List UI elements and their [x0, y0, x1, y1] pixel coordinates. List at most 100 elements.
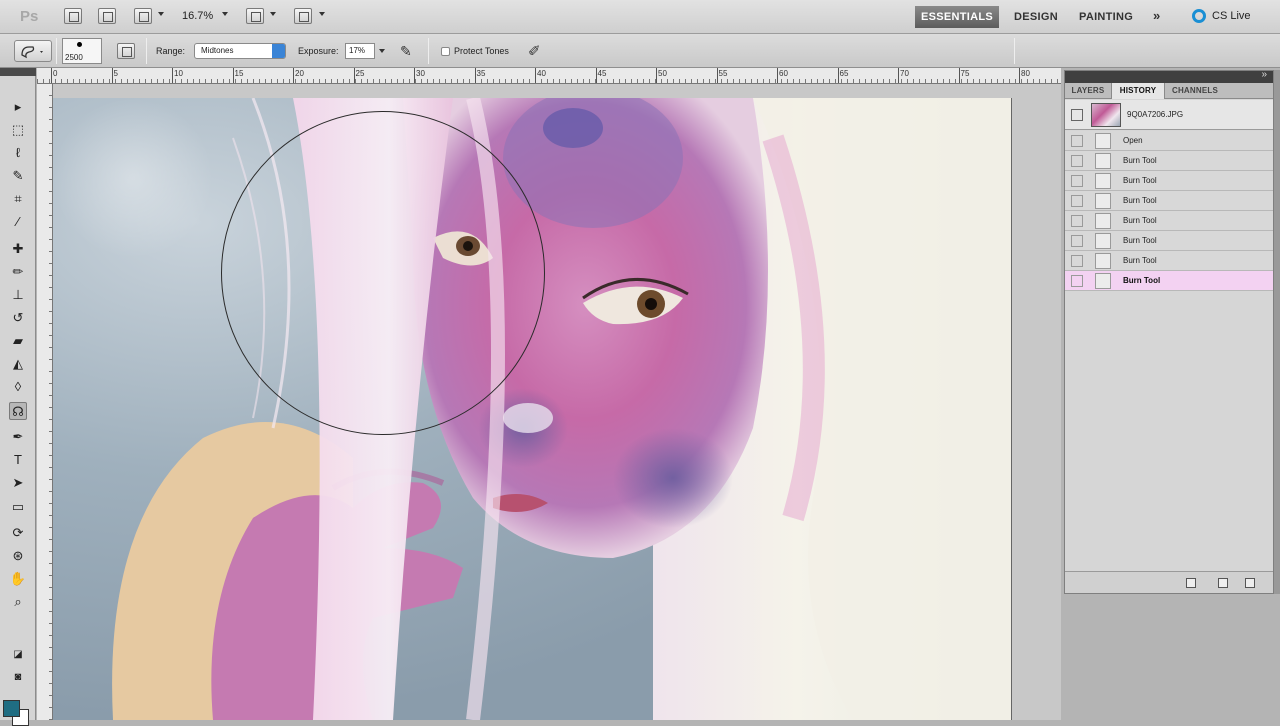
brush-size: 2500: [65, 53, 83, 62]
history-state[interactable]: Burn Tool: [1065, 171, 1273, 191]
history-state-label: Burn Tool: [1123, 156, 1157, 165]
eraser-tool-icon[interactable]: ▰: [9, 332, 27, 350]
rectangle-tool-icon[interactable]: ▭: [9, 498, 27, 516]
history-state[interactable]: Burn Tool: [1065, 191, 1273, 211]
ruler-tick: [595, 68, 597, 83]
trash-icon[interactable]: [1245, 578, 1255, 588]
arrange-documents-icon[interactable]: [246, 8, 264, 24]
history-state[interactable]: Burn Tool: [1065, 151, 1273, 171]
tool-preset-picker[interactable]: [14, 40, 52, 62]
burn-tool-icon: [1095, 273, 1111, 289]
history-snapshot[interactable]: 9Q0A7206.JPG: [1065, 100, 1273, 130]
range-label: Range:: [156, 46, 186, 56]
tab-channels[interactable]: CHANNELS: [1165, 83, 1225, 99]
new-document-from-state-icon[interactable]: [1186, 578, 1196, 588]
vertical-ruler[interactable]: [37, 84, 53, 720]
history-brush-source-icon[interactable]: [1071, 235, 1083, 247]
3d-rotate-tool-icon[interactable]: ⟳: [9, 524, 27, 542]
crop-tool-icon[interactable]: ⌗: [9, 190, 27, 208]
history-state-label: Open: [1123, 136, 1143, 145]
default-colors-icon[interactable]: ◪: [9, 646, 27, 664]
history-brush-source-icon[interactable]: [1071, 109, 1083, 121]
burn-tool-icon: [21, 46, 43, 59]
burn-tool-icon[interactable]: ☊: [9, 402, 27, 420]
marquee-tool-icon[interactable]: ⬚: [9, 121, 27, 139]
range-value: Midtones: [201, 46, 234, 55]
3d-orbit-tool-icon[interactable]: ⊛: [9, 547, 27, 565]
view-extras-icon[interactable]: [134, 8, 152, 24]
cs-live-button[interactable]: CS Live: [1212, 10, 1251, 22]
chevron-down-icon[interactable]: [158, 12, 164, 16]
workspace-design-button[interactable]: DESIGN: [1014, 11, 1058, 23]
brush-tip-icon: [77, 42, 82, 47]
zoom-tool-icon[interactable]: ⌕: [9, 593, 27, 611]
pressure-icon[interactable]: ✐: [528, 42, 541, 60]
mini-bridge-icon[interactable]: [98, 8, 116, 24]
quick-select-tool-icon[interactable]: ✎: [9, 167, 27, 185]
tab-history[interactable]: HISTORY: [1111, 83, 1165, 99]
healing-brush-tool-icon[interactable]: ✚: [9, 240, 27, 258]
burn-tool-icon: [1095, 193, 1111, 209]
eyedropper-tool-icon[interactable]: ⁄: [9, 213, 27, 231]
history-brush-source-icon[interactable]: [1071, 275, 1083, 287]
paint-bucket-tool-icon[interactable]: ◭: [9, 355, 27, 373]
camera-snapshot-icon[interactable]: [1218, 578, 1228, 588]
move-tool-icon[interactable]: ▸: [9, 98, 27, 116]
history-brush-source-icon[interactable]: [1071, 255, 1083, 267]
blur-tool-icon[interactable]: ◊: [9, 378, 27, 396]
path-selection-tool-icon[interactable]: ➤: [9, 474, 27, 492]
chevron-down-icon[interactable]: [319, 12, 325, 16]
quick-mask-icon[interactable]: ◙: [9, 668, 27, 686]
history-brush-source-icon[interactable]: [1071, 155, 1083, 167]
clone-stamp-tool-icon[interactable]: ⊥: [9, 286, 27, 304]
history-state[interactable]: Burn Tool: [1065, 271, 1273, 291]
canvas-area[interactable]: [53, 84, 1061, 720]
brush-preset-picker[interactable]: 2500: [62, 38, 102, 64]
history-state[interactable]: Burn Tool: [1065, 231, 1273, 251]
ruler-tick: [958, 68, 960, 83]
panel-header[interactable]: [1065, 69, 1273, 83]
ruler-label: 50: [658, 69, 667, 78]
chevron-down-icon[interactable]: [222, 12, 228, 16]
brush-tool-icon[interactable]: ✏: [9, 263, 27, 281]
airbrush-icon[interactable]: ✎: [400, 43, 412, 60]
type-tool-icon[interactable]: T: [9, 451, 27, 469]
launch-bridge-icon[interactable]: [64, 8, 82, 24]
pen-tool-icon[interactable]: ✒: [9, 428, 27, 446]
workspace-painting-button[interactable]: PAINTING: [1079, 11, 1133, 23]
collapsed-panel-dock[interactable]: [1274, 70, 1280, 594]
horizontal-ruler[interactable]: 0 5 10 15 20 25 30 35 40 45 50 55 60 65 70 75 80: [37, 68, 1061, 84]
history-brush-tool-icon[interactable]: ↺: [9, 309, 27, 327]
screen-mode-icon[interactable]: [294, 8, 312, 24]
ruler-label: 15: [234, 69, 244, 78]
history-state[interactable]: Burn Tool: [1065, 251, 1273, 271]
document-image[interactable]: [53, 98, 1011, 720]
range-select[interactable]: Midtones: [194, 43, 286, 59]
open-document-icon: [1095, 133, 1111, 149]
zoom-level[interactable]: 16.7%: [182, 10, 213, 22]
tools-panel-header[interactable]: [0, 68, 36, 76]
protect-tones-checkbox[interactable]: [441, 47, 450, 56]
foreground-color-swatch[interactable]: [3, 700, 20, 717]
history-brush-source-icon[interactable]: [1071, 215, 1083, 227]
tab-layers[interactable]: LAYERS: [1065, 83, 1111, 99]
portrait-photo: [53, 98, 1011, 720]
history-brush-source-icon[interactable]: [1071, 135, 1083, 147]
more-workspaces-icon[interactable]: »: [1153, 8, 1160, 23]
history-state[interactable]: Open: [1065, 131, 1273, 151]
chevron-down-icon[interactable]: [270, 12, 276, 16]
cs-live-icon[interactable]: [1192, 9, 1206, 23]
photoshop-logo: Ps: [20, 8, 39, 25]
history-brush-source-icon[interactable]: [1071, 175, 1083, 187]
workspace-essentials-button[interactable]: ESSENTIALS: [915, 6, 999, 28]
exposure-field[interactable]: 17%: [345, 43, 375, 59]
brush-panel-icon[interactable]: [117, 43, 135, 59]
lasso-tool-icon[interactable]: ℓ: [9, 144, 27, 162]
chevron-down-icon[interactable]: [379, 49, 385, 53]
history-state[interactable]: Burn Tool: [1065, 211, 1273, 231]
history-brush-source-icon[interactable]: [1071, 195, 1083, 207]
history-state-label: Burn Tool: [1123, 276, 1161, 285]
hand-tool-icon[interactable]: ✋: [9, 570, 27, 588]
ruler-label: 25: [355, 69, 365, 78]
ruler-label: 80: [1021, 69, 1030, 78]
